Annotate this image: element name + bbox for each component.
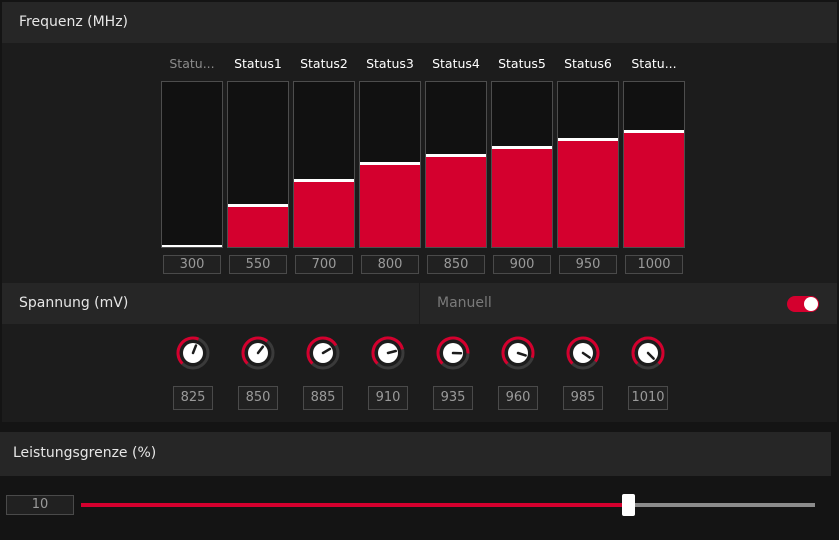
voltage-value-input-0[interactable]: 825 xyxy=(173,386,213,410)
voltage-value-input-5[interactable]: 960 xyxy=(498,386,538,410)
state-label-0: Statu... xyxy=(169,56,215,71)
voltage-mode-header: Manuell xyxy=(420,283,837,324)
frequency-slider-handle[interactable] xyxy=(624,130,684,133)
state-label-6: Status6 xyxy=(564,56,612,71)
frequency-slider-handle[interactable] xyxy=(162,245,222,247)
manual-toggle-switch[interactable] xyxy=(787,296,819,312)
frequency-slider-fill xyxy=(558,140,618,247)
state-label-3: Status3 xyxy=(366,56,414,71)
frequency-slider-handle[interactable] xyxy=(426,154,486,157)
state-label-4: Status4 xyxy=(432,56,480,71)
frequency-slider-fill xyxy=(492,148,552,247)
voltage-dial-icon[interactable] xyxy=(241,336,275,370)
frequency-title: Frequenz (MHz) xyxy=(19,14,129,30)
voltage-dial-icon[interactable] xyxy=(176,336,210,370)
toggle-switch-icon xyxy=(804,297,818,311)
frequency-value-input-3[interactable]: 800 xyxy=(361,255,419,274)
frequency-value-input-7[interactable]: 1000 xyxy=(625,255,683,274)
voltage-value-input-4[interactable]: 935 xyxy=(433,386,473,410)
voltage-dial-icon[interactable] xyxy=(371,336,405,370)
frequency-voltage-panel: Frequenz (MHz) Statu... Status1 Status2 … xyxy=(2,2,837,422)
voltage-title: Spannung (mV) xyxy=(19,295,129,311)
frequency-slider-6[interactable] xyxy=(557,81,619,248)
power-limit-value-input[interactable]: 10 xyxy=(6,495,74,515)
frequency-slider-7[interactable] xyxy=(623,81,685,248)
frequency-slider-fill xyxy=(360,164,420,247)
voltage-dial-icon[interactable] xyxy=(306,336,340,370)
frequency-value-input-5[interactable]: 900 xyxy=(493,255,551,274)
frequency-slider-handle[interactable] xyxy=(558,138,618,141)
voltage-mode-label: Manuell xyxy=(437,295,492,311)
frequency-slider-2[interactable] xyxy=(293,81,355,248)
voltage-dial-icon[interactable] xyxy=(631,336,665,370)
frequency-slider-handle[interactable] xyxy=(360,162,420,165)
frequency-slider-fill xyxy=(294,181,354,247)
frequency-slider-3[interactable] xyxy=(359,81,421,248)
frequency-value-input-4[interactable]: 850 xyxy=(427,255,485,274)
voltage-dial-icon[interactable] xyxy=(436,336,470,370)
voltage-value-input-6[interactable]: 985 xyxy=(563,386,603,410)
state-label-1: Status1 xyxy=(234,56,282,71)
power-limit-slider-thumb[interactable] xyxy=(621,494,635,516)
power-limit-title: Leistungsgrenze (%) xyxy=(13,445,157,461)
frequency-value-input-0[interactable]: 300 xyxy=(163,255,221,274)
frequency-slider-handle[interactable] xyxy=(492,146,552,149)
state-label-5: Status5 xyxy=(498,56,546,71)
power-limit-slider-fill xyxy=(81,503,628,507)
frequency-value-input-1[interactable]: 550 xyxy=(229,255,287,274)
power-limit-header: Leistungsgrenze (%) xyxy=(0,432,831,476)
state-label-2: Status2 xyxy=(300,56,348,71)
frequency-value-input-6[interactable]: 950 xyxy=(559,255,617,274)
voltage-value-input-3[interactable]: 910 xyxy=(368,386,408,410)
frequency-slider-fill xyxy=(426,156,486,247)
voltage-value-input-7[interactable]: 1010 xyxy=(628,386,668,410)
frequency-slider-5[interactable] xyxy=(491,81,553,248)
voltage-dial-icon[interactable] xyxy=(501,336,535,370)
frequency-slider-1[interactable] xyxy=(227,81,289,248)
frequency-slider-fill xyxy=(624,132,684,247)
frequency-slider-0[interactable] xyxy=(161,81,223,248)
frequency-header: Frequenz (MHz) xyxy=(2,2,837,43)
power-limit-slider-track[interactable] xyxy=(81,503,815,507)
frequency-slider-handle[interactable] xyxy=(294,179,354,182)
frequency-slider-4[interactable] xyxy=(425,81,487,248)
voltage-dial-icon[interactable] xyxy=(566,336,600,370)
voltage-header: Spannung (mV) xyxy=(2,283,419,324)
frequency-slider-handle[interactable] xyxy=(228,204,288,207)
frequency-value-input-2[interactable]: 700 xyxy=(295,255,353,274)
voltage-value-input-1[interactable]: 850 xyxy=(238,386,278,410)
voltage-value-input-2[interactable]: 885 xyxy=(303,386,343,410)
frequency-slider-fill xyxy=(228,206,288,247)
state-label-7: Statu... xyxy=(631,56,677,71)
